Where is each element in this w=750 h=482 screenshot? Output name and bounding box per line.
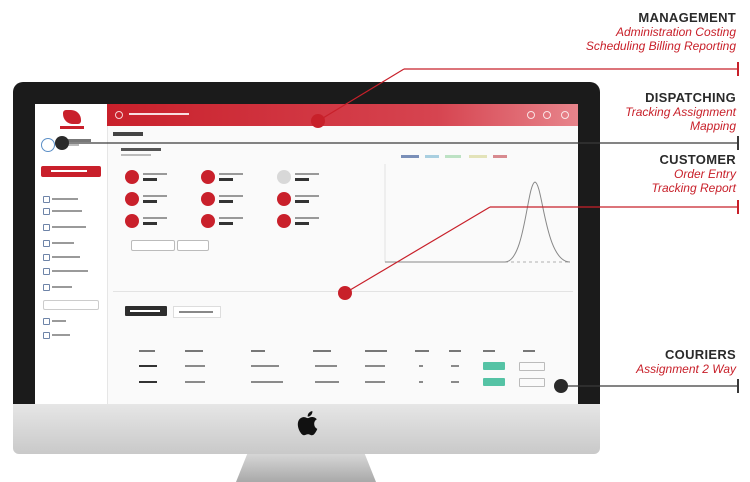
status-badge [483, 362, 505, 370]
sidebar-search-input[interactable] [43, 300, 99, 310]
dispatching-line-1: Tracking Assignment [625, 105, 736, 119]
refresh-button[interactable] [177, 240, 209, 251]
table-header [251, 350, 265, 352]
section-divider [113, 291, 573, 292]
create-order-button[interactable] [41, 166, 101, 177]
table-header [313, 350, 331, 352]
sidebar-item[interactable] [43, 224, 99, 231]
dispatching-line-2: Mapping [689, 119, 736, 133]
row-action-button[interactable] [519, 362, 545, 371]
table-header [483, 350, 495, 352]
dispatching-callout: DISPATCHING Tracking Assignment Mapping [625, 90, 736, 133]
summary-panel-subtitle [121, 154, 151, 156]
notification-icon[interactable] [527, 111, 535, 119]
sidebar [35, 104, 108, 404]
dispatching-title: DISPATCHING [645, 90, 736, 105]
app-logo [53, 108, 91, 134]
table-header [139, 350, 155, 352]
table-header [449, 350, 461, 352]
stat-tile [125, 170, 185, 188]
mini-chart [384, 155, 571, 263]
sidebar-item[interactable] [43, 240, 99, 247]
table-row[interactable] [131, 360, 571, 372]
sidebar-item[interactable] [43, 196, 99, 203]
customer-line-1: Order Entry [673, 167, 736, 181]
avatar [41, 138, 55, 152]
sidebar-item[interactable] [43, 284, 99, 291]
page-title [113, 132, 143, 136]
dashboard-screen [35, 104, 578, 404]
stat-tile [201, 170, 261, 188]
sidebar-item[interactable] [43, 268, 99, 275]
table-header [523, 350, 535, 352]
user-icon[interactable] [561, 111, 569, 119]
couriers-line-1: Assignment 2 Way [636, 362, 736, 376]
sidebar-item[interactable] [43, 254, 99, 261]
sidebar-item[interactable] [43, 318, 99, 325]
management-callout: MANAGEMENT Administration Costing Schedu… [586, 10, 736, 53]
table-header [185, 350, 203, 352]
stat-tile [125, 214, 185, 232]
management-title: MANAGEMENT [638, 10, 736, 25]
tab[interactable] [173, 306, 221, 318]
user-profile[interactable] [41, 138, 101, 154]
app-top-bar [107, 104, 578, 126]
couriers-title: COURIERS [664, 347, 736, 362]
filter-button[interactable] [131, 240, 175, 251]
table-header [365, 350, 387, 352]
row-action-button[interactable] [519, 378, 545, 387]
summary-panel-title [121, 148, 161, 151]
couriers-callout: COURIERS Assignment 2 Way [636, 347, 736, 376]
settings-icon[interactable] [543, 111, 551, 119]
table-row[interactable] [131, 376, 571, 388]
management-line-1: Administration Costing [615, 25, 736, 39]
sidebar-item[interactable] [43, 332, 99, 339]
stat-tile [277, 192, 337, 210]
customer-callout: CUSTOMER Order Entry Tracking Report [652, 152, 736, 195]
sidebar-item[interactable] [43, 208, 99, 215]
status-badge [483, 378, 505, 386]
customer-line-2: Tracking Report [651, 181, 736, 195]
stat-tile [277, 214, 337, 232]
imac-stand [236, 454, 376, 482]
stat-tile [201, 214, 261, 232]
table-header [415, 350, 429, 352]
customer-title: CUSTOMER [659, 152, 736, 167]
tab-active[interactable] [125, 306, 167, 316]
menu-icon[interactable] [115, 111, 123, 119]
management-line-2: Scheduling Billing Reporting [585, 39, 736, 53]
stat-tile [201, 192, 261, 210]
stat-tile [125, 192, 185, 210]
stat-tile [277, 170, 337, 188]
apple-logo-icon [297, 411, 318, 436]
